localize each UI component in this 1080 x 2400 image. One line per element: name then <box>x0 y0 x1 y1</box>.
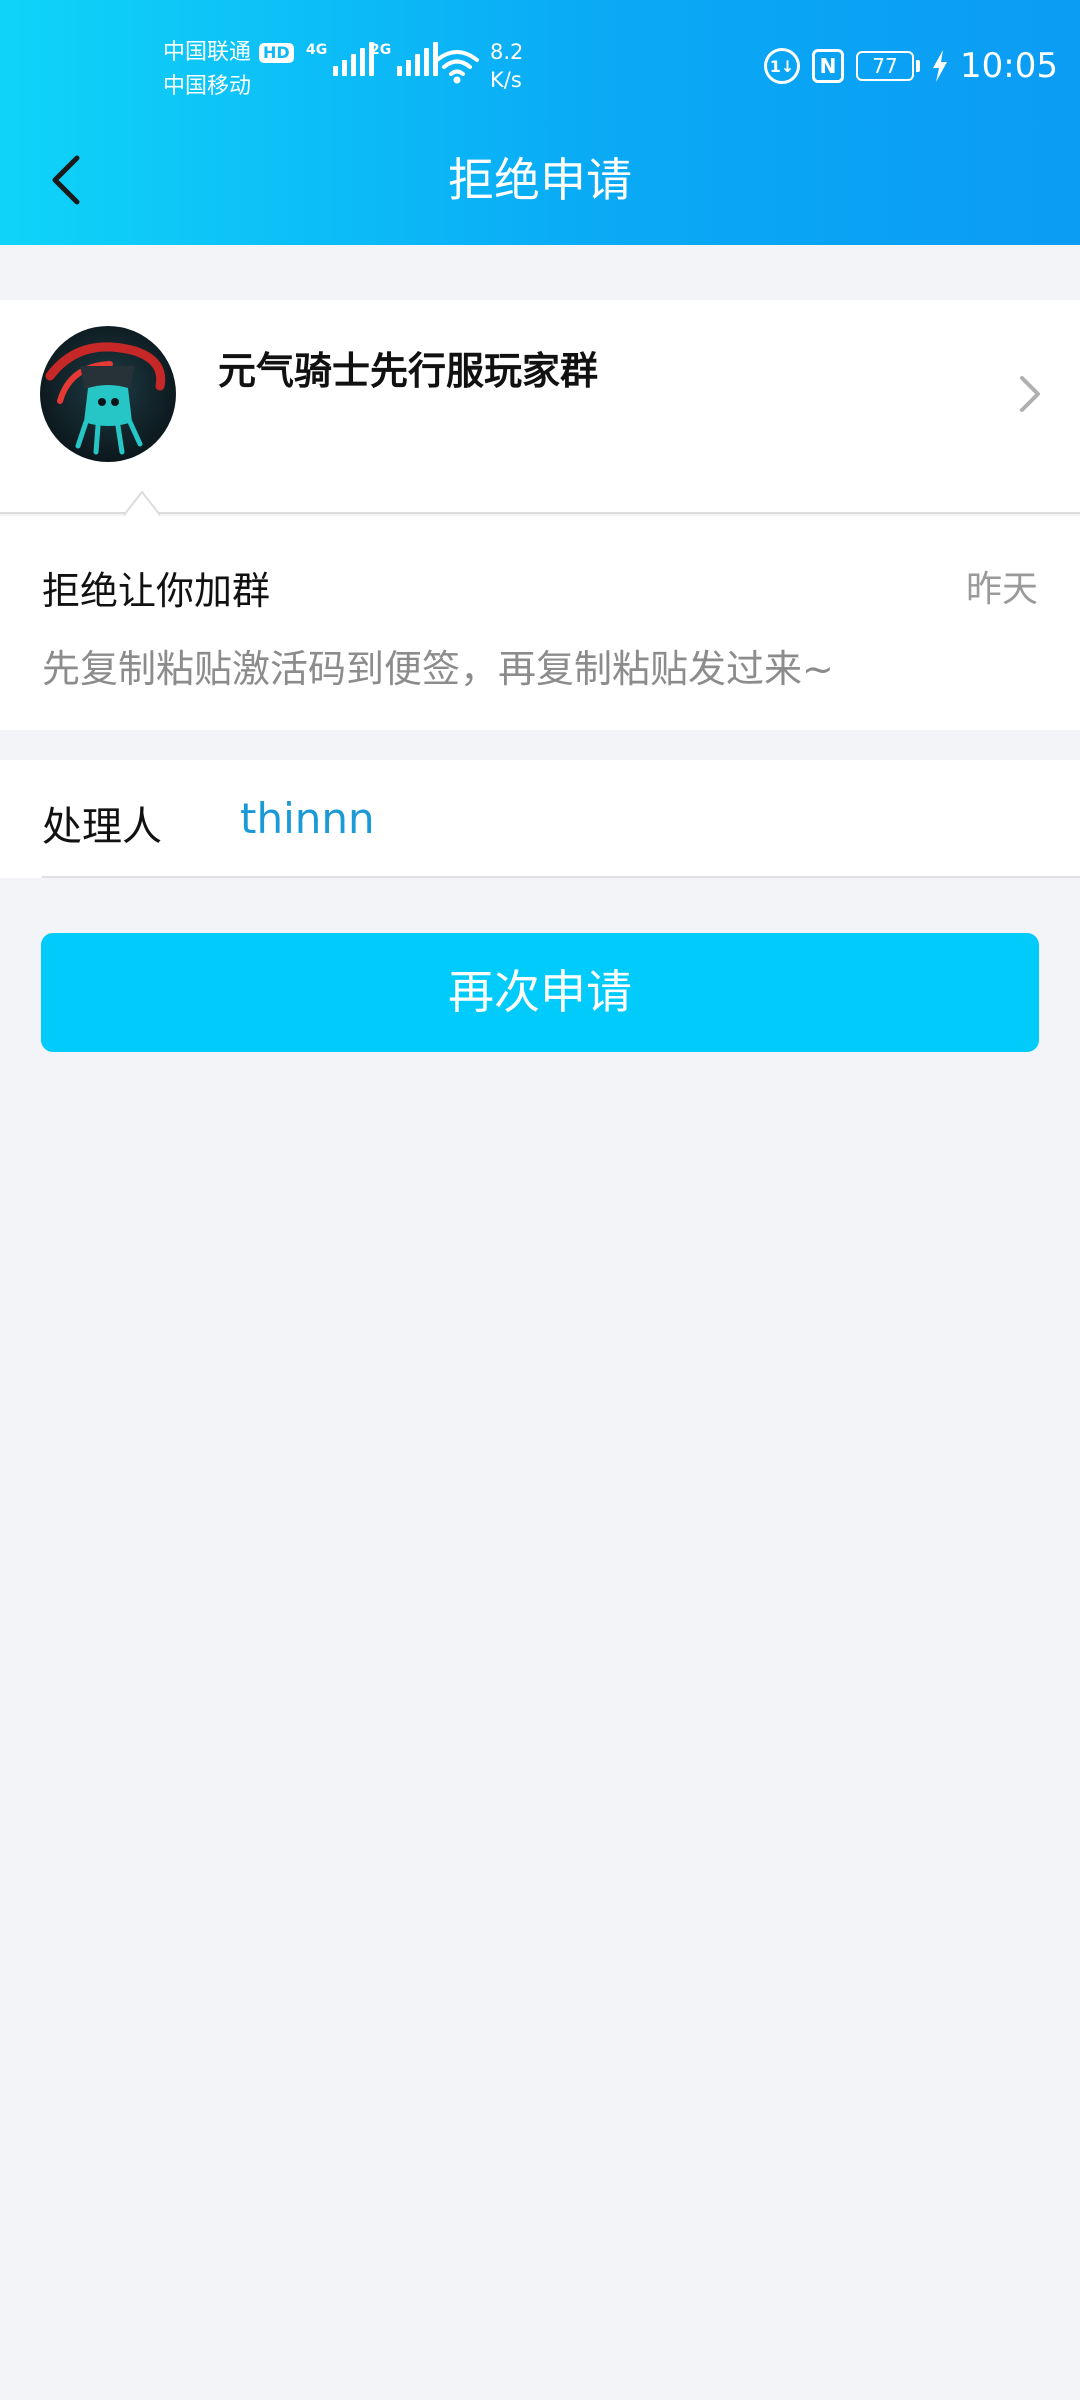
chevron-right-icon <box>1020 376 1040 412</box>
rejection-message: 拒绝让你加群 昨天 先复制粘贴激活码到便签，再复制粘贴发过来~ <box>0 516 1080 730</box>
status-right: 1↓ N 77 10:05 <box>764 46 1058 86</box>
nfc-icon: N <box>812 49 845 83</box>
battery-icon: 77 <box>856 51 921 81</box>
battery-level: 77 <box>856 51 915 81</box>
wifi-icon <box>435 50 479 84</box>
speed-unit: K/s <box>490 68 522 92</box>
charging-bolt-icon <box>933 50 948 82</box>
speed-value: 8.2 <box>490 40 524 64</box>
network-type-2: 2G <box>370 42 392 58</box>
group-avatar <box>40 326 176 462</box>
signal-strength-1-icon: 4G <box>306 42 375 76</box>
page-title: 拒绝申请 <box>448 153 632 207</box>
clock: 10:05 <box>960 46 1058 86</box>
signal-strength-2-icon: 2G <box>370 42 439 76</box>
data-saver-icon: 1↓ <box>764 48 801 84</box>
network-speed: 8.2 K/s <box>490 38 523 94</box>
rejection-time: 昨天 <box>965 569 1038 610</box>
divider <box>42 876 1080 878</box>
app-header: 中国联通 HD 中国移动 4G 2G 8.2 K/s 1↓ N 77 10:05… <box>0 0 1080 245</box>
title-bar: 拒绝申请 <box>0 130 1080 245</box>
reapply-button[interactable]: 再次申请 <box>41 933 1039 1052</box>
handler-row: 处理人 thinnn <box>0 760 1080 878</box>
rejection-title: 拒绝让你加群 <box>42 569 271 613</box>
hd-badge: HD <box>259 43 294 63</box>
rejection-reason: 先复制粘贴激活码到便签，再复制粘贴发过来~ <box>42 647 834 691</box>
group-avatar-image <box>40 326 176 462</box>
handler-name-link[interactable]: thinnn <box>240 794 375 843</box>
carrier-info: 中国联通 HD 中国移动 <box>163 36 294 104</box>
carrier-1: 中国联通 <box>163 40 252 65</box>
bubble-pointer <box>124 490 160 516</box>
handler-label: 处理人 <box>42 804 162 850</box>
carrier-2: 中国移动 <box>163 74 252 99</box>
status-bar: 中国联通 HD 中国移动 4G 2G 8.2 K/s 1↓ N 77 10:05 <box>0 0 1080 130</box>
group-name: 元气骑士先行服玩家群 <box>218 349 599 393</box>
network-type-1: 4G <box>306 42 328 58</box>
group-card[interactable]: 元气骑士先行服玩家群 <box>0 300 1080 514</box>
